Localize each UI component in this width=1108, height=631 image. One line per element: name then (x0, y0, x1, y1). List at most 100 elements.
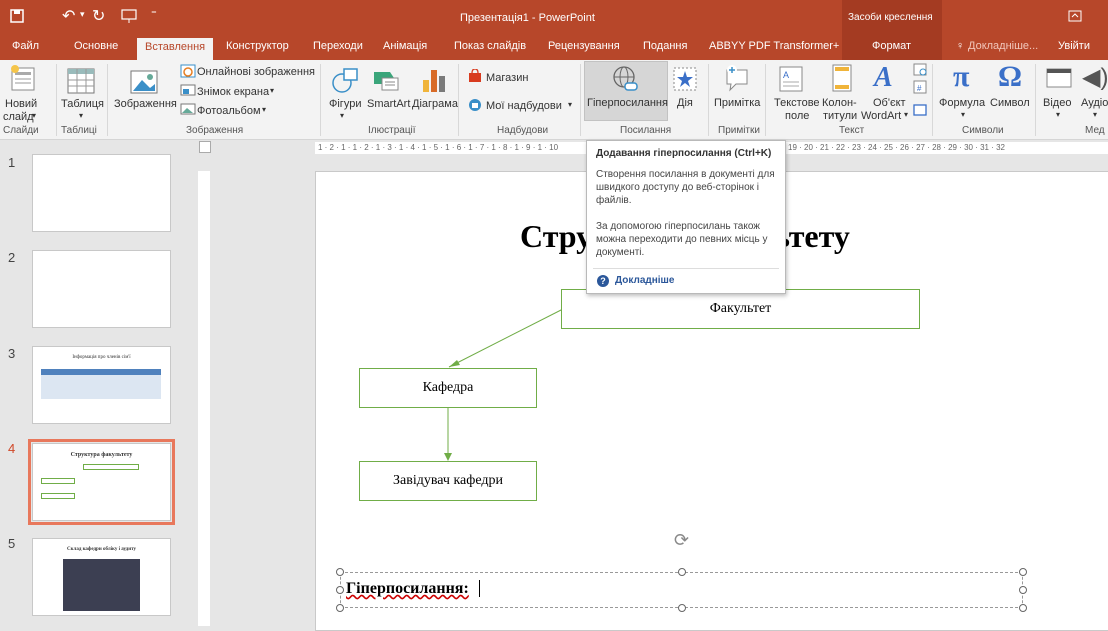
wordart-label[interactable]: WordArt (861, 110, 901, 122)
shapes-button-label[interactable]: Фігури (329, 98, 361, 110)
hyperlink-button-label[interactable]: Гіперпосилання (587, 97, 668, 109)
screenshot-icon[interactable] (180, 84, 196, 96)
chart-button-label[interactable]: Діаграма (412, 98, 458, 110)
audio-icon[interactable]: ◀) (1082, 63, 1108, 92)
smartart-icon[interactable] (372, 66, 402, 94)
action-icon[interactable] (672, 66, 698, 92)
online-pictures-icon[interactable] (180, 64, 196, 78)
tell-me-icon[interactable]: ♀ (956, 40, 964, 52)
my-addins-icon[interactable] (468, 98, 482, 112)
tab-format[interactable]: Формат (872, 40, 911, 52)
video-icon[interactable] (1046, 66, 1072, 90)
video-button-label[interactable]: Відео (1043, 97, 1071, 109)
symbol-icon[interactable]: Ω (998, 60, 1022, 94)
object-label[interactable]: Об'єкт (873, 97, 906, 109)
rotate-handle-icon[interactable]: ⟳ (674, 530, 689, 551)
video-dropdown-icon[interactable]: ▾ (1056, 110, 1060, 119)
tab-view[interactable]: Подання (643, 40, 687, 52)
new-slide-dropdown-icon[interactable]: ▾ (32, 111, 36, 120)
comment-button-label[interactable]: Примітка (714, 97, 760, 109)
slide-thumbnail-2[interactable] (32, 250, 171, 328)
tab-review[interactable]: Рецензування (548, 40, 620, 52)
screenshot-label[interactable]: Знімок екрана (197, 86, 269, 98)
tab-design[interactable]: Конструктор (226, 40, 289, 52)
wordart-dropdown-icon[interactable]: ▾ (904, 110, 908, 119)
tab-tell-me[interactable]: Докладніше... (968, 40, 1038, 52)
tab-slideshow[interactable]: Показ слайдів (454, 40, 526, 52)
equation-icon[interactable]: π (953, 60, 969, 94)
tab-abbyy[interactable]: ABBYY PDF Transformer+ (709, 40, 839, 52)
store-icon[interactable] (468, 69, 482, 83)
smartart-button-label[interactable]: SmartArt (367, 98, 410, 110)
slide-thumbnail-3[interactable]: Інформація про членів сім'ї (32, 346, 171, 424)
screenshot-dropdown-icon[interactable]: ▾ (270, 86, 274, 95)
chart-icon[interactable] (420, 66, 448, 94)
customize-qat-icon[interactable]: ⁼ (151, 7, 157, 20)
shapes-icon[interactable] (331, 66, 359, 94)
undo-dropdown-icon[interactable]: ▾ (80, 9, 85, 20)
table-button-label[interactable]: Таблиця (61, 98, 104, 110)
shapes-dropdown-icon[interactable]: ▾ (340, 111, 344, 120)
header-footer-label[interactable]: Колон- (822, 97, 857, 109)
resize-handle-bottom-right[interactable] (1019, 604, 1027, 612)
equation-dropdown-icon[interactable]: ▾ (961, 110, 965, 119)
tab-transitions[interactable]: Переходи (313, 40, 363, 52)
resize-handle-middle-left[interactable] (336, 586, 344, 594)
photo-album-dropdown-icon[interactable]: ▾ (262, 105, 266, 114)
save-icon[interactable] (10, 9, 24, 23)
textbox-icon[interactable]: A (779, 66, 803, 92)
tab-animations[interactable]: Анімація (383, 40, 427, 52)
pictures-button-label[interactable]: Зображення (114, 98, 177, 110)
tooltip-more-link[interactable]: Докладніше (615, 274, 674, 287)
textbox-label[interactable]: Текстове (774, 97, 820, 109)
audio-dropdown-icon[interactable]: ▾ (1093, 110, 1097, 119)
store-label[interactable]: Магазин (486, 72, 528, 84)
tab-home[interactable]: Основне (74, 40, 118, 52)
hyperlink-icon[interactable] (611, 65, 639, 93)
equation-button-label[interactable]: Формула (939, 97, 985, 109)
resize-handle-top-right[interactable] (1019, 568, 1027, 576)
action-button-label[interactable]: Дія (677, 97, 693, 109)
resize-handle-top-center[interactable] (678, 568, 686, 576)
redo-icon[interactable]: ↻ (92, 6, 105, 26)
object-icon[interactable] (913, 104, 927, 116)
slide-thumbnail-4[interactable]: Структура факультету (32, 443, 171, 521)
resize-handle-top-left[interactable] (336, 568, 344, 576)
photo-album-icon[interactable] (180, 103, 196, 115)
new-slide-label-2[interactable]: слайд (3, 111, 34, 123)
wordart-icon[interactable]: A (874, 62, 893, 94)
resize-handle-middle-right[interactable] (1019, 586, 1027, 594)
tab-insert[interactable]: Вставлення (137, 38, 214, 60)
sign-in-link[interactable]: Увійти (1058, 40, 1090, 52)
hyperlinks-textbox-text[interactable]: Гіперпосилання: (346, 580, 469, 598)
new-slide-icon[interactable] (10, 64, 38, 94)
resize-handle-bottom-center[interactable] (678, 604, 686, 612)
start-slideshow-icon[interactable] (121, 8, 137, 24)
header-footer-icon[interactable] (832, 64, 852, 92)
audio-button-label[interactable]: Аудіо (1081, 97, 1108, 109)
resize-handle-bottom-left[interactable] (336, 604, 344, 612)
header-footer-label-2[interactable]: титули (823, 110, 857, 122)
table-icon[interactable] (67, 68, 95, 94)
slide-thumbnail-5[interactable]: Склад кафедри обліку і аудиту (32, 538, 171, 616)
date-time-icon[interactable] (913, 62, 927, 76)
slide-number-icon[interactable]: # (913, 80, 927, 94)
pictures-icon[interactable] (130, 68, 158, 94)
head-of-department-box[interactable]: Завідувач кафедри (359, 461, 537, 501)
department-box[interactable]: Кафедра (359, 368, 537, 408)
ruler-corner[interactable] (199, 141, 211, 153)
my-addins-label[interactable]: Мої надбудови (486, 100, 562, 112)
photo-album-label[interactable]: Фотоальбом (197, 105, 261, 117)
slide-thumbnail-1[interactable] (32, 154, 171, 232)
new-slide-label[interactable]: Новий (5, 98, 37, 110)
ribbon-display-options-icon[interactable] (1068, 10, 1082, 22)
comment-icon[interactable] (724, 64, 752, 92)
faculty-box[interactable]: Факультет (561, 289, 920, 329)
online-pictures-label[interactable]: Онлайнові зображення (197, 66, 315, 78)
symbol-button-label[interactable]: Символ (990, 97, 1030, 109)
textbox-label-2[interactable]: поле (785, 110, 809, 122)
tooltip-help-row[interactable]: ? Докладніше (597, 274, 674, 287)
undo-icon[interactable]: ↶ (62, 6, 75, 26)
table-dropdown-icon[interactable]: ▾ (79, 111, 83, 120)
my-addins-dropdown-icon[interactable]: ▾ (568, 100, 572, 109)
